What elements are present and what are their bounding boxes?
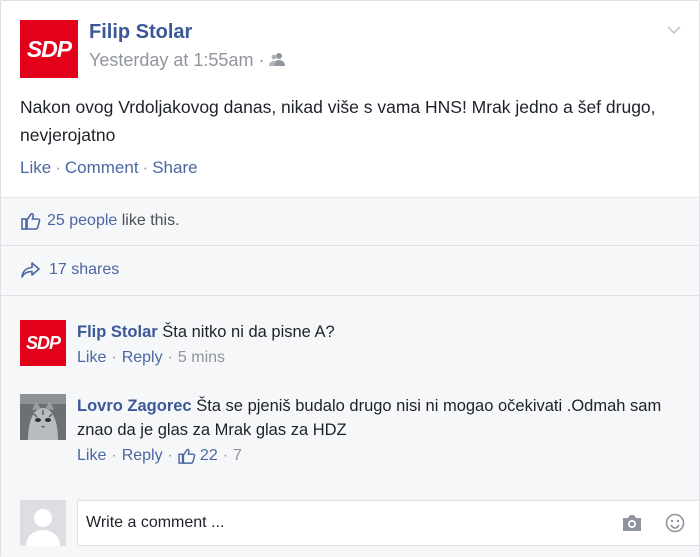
actions-sep: · [167, 349, 173, 366]
post-actions: Like · Comment · Share [20, 158, 198, 178]
comment-actions: Like · Reply · 5 mins [77, 346, 687, 370]
comment-reply-button[interactable]: Reply [122, 444, 163, 468]
actions-sep: · [111, 447, 117, 464]
page-avatar[interactable]: SDP [20, 20, 78, 78]
sdp-logo-text: SDP [26, 35, 72, 62]
emoji-icon[interactable] [665, 513, 685, 538]
likes-suffix: like this. [117, 212, 180, 229]
comment-time[interactable]: 7 [233, 444, 242, 468]
thumbs-up-icon [178, 448, 196, 464]
comment-body: Flip Stolar Šta nitko ni da pisne A? Lik… [77, 320, 687, 370]
post: SDP Filip Stolar Yesterday at 1:55am · N… [1, 1, 699, 197]
post-card: SDP Filip Stolar Yesterday at 1:55am · N… [0, 0, 700, 557]
likes-count-link[interactable]: 25 people [47, 212, 117, 230]
comment-input[interactable]: Write a comment ... [77, 500, 700, 546]
shares-summary: 17 shares [1, 245, 699, 296]
actions-sep: · [142, 158, 149, 177]
actions-sep: · [167, 447, 173, 464]
feedback-section: 25 people like this. 17 shares SDP Flip … [1, 197, 700, 557]
comment-button[interactable]: Comment [65, 158, 139, 177]
comment-author[interactable]: Lovro Zagorec [77, 397, 192, 415]
camera-icon[interactable] [621, 514, 643, 537]
friends-audience-icon[interactable] [269, 50, 286, 71]
meta-dot: · [258, 50, 265, 70]
comment-likes-count[interactable]: 22 [200, 444, 218, 468]
commenter-avatar[interactable] [20, 394, 66, 440]
comment-like-button[interactable]: Like [77, 444, 106, 468]
default-avatar-icon [20, 500, 66, 546]
actions-sep: · [111, 349, 117, 366]
share-arrow-icon [21, 262, 41, 278]
like-button[interactable]: Like [20, 158, 51, 177]
post-meta: Yesterday at 1:55am · [89, 50, 286, 71]
cat-photo-icon [20, 394, 66, 440]
commenter-avatar[interactable]: SDP [20, 320, 66, 366]
thumbs-up-icon [21, 212, 41, 230]
likes-summary: 25 people like this. [1, 198, 699, 246]
comment-author[interactable]: Flip Stolar [77, 323, 158, 341]
comment-time[interactable]: 5 mins [178, 346, 225, 370]
user-avatar [20, 500, 66, 546]
sdp-logo-text: SDP [25, 332, 61, 353]
actions-sep: · [55, 158, 61, 177]
post-timestamp[interactable]: Yesterday at 1:55am [89, 50, 253, 71]
chevron-down-icon[interactable] [667, 23, 681, 37]
comment-placeholder: Write a comment ... [86, 514, 225, 531]
comment-reply-button[interactable]: Reply [122, 346, 163, 370]
share-button[interactable]: Share [152, 158, 197, 177]
shares-count-link[interactable]: 17 shares [49, 261, 119, 279]
comment-text: Šta nitko ni da pisne A? [162, 323, 335, 341]
comment-actions: Like · Reply · 22 · 7 [77, 444, 687, 468]
post-author[interactable]: Filip Stolar [89, 21, 192, 44]
comment-like-button[interactable]: Like [77, 346, 106, 370]
actions-sep: · [222, 447, 229, 464]
post-text: Nakon ovog Vrdoljakovog danas, nikad viš… [20, 97, 656, 145]
comment-body: Lovro Zagorec Šta se pjeniš budalo drugo… [77, 394, 687, 468]
